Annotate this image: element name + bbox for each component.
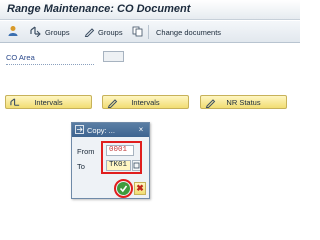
application-toolbar: Groups Groups Change documents <box>0 21 300 43</box>
hierarchy-icon <box>30 25 42 39</box>
groups-edit-button[interactable]: Groups <box>84 25 123 39</box>
copy-button[interactable] <box>132 25 143 39</box>
pencil-icon <box>84 26 95 39</box>
copy-icon <box>132 26 143 39</box>
from-label: From <box>77 147 95 156</box>
highlight-box <box>101 141 142 174</box>
groups2-label: Groups <box>98 27 123 37</box>
dialog-copy-icon <box>75 124 84 136</box>
toolbar-separator <box>148 25 149 39</box>
nr-status-label: NR Status <box>226 97 261 107</box>
change-documents-label: Change documents <box>156 27 222 37</box>
intervals-edit-button[interactable]: Intervals <box>102 95 189 109</box>
co-area-input[interactable] <box>103 51 124 62</box>
pencil-icon <box>205 97 216 110</box>
intervals-label: Intervals <box>34 97 63 107</box>
checkmark-icon <box>119 185 128 193</box>
hierarchy-icon <box>10 97 21 110</box>
copy-dialog: Copy: ... × From 0001 To TK01 ✖ <box>71 122 150 199</box>
label-underline <box>6 64 94 65</box>
person-icon <box>7 25 19 39</box>
ok-button[interactable] <box>117 182 130 195</box>
window-title: Range Maintenance: CO Document <box>0 0 300 20</box>
person-button[interactable] <box>7 25 19 39</box>
groups-hierarchy-button[interactable]: Groups <box>30 25 70 39</box>
cancel-button[interactable]: ✖ <box>134 182 146 195</box>
nr-status-button[interactable]: NR Status <box>200 95 287 109</box>
close-icon[interactable]: × <box>136 125 146 135</box>
cancel-icon: ✖ <box>136 183 144 193</box>
groups-label: Groups <box>45 27 70 37</box>
change-documents-button[interactable]: Change documents <box>156 25 221 39</box>
to-label: To <box>77 162 85 171</box>
intervals-display-button[interactable]: Intervals <box>5 95 92 109</box>
pencil-icon <box>107 97 118 110</box>
dialog-title: Copy: ... <box>87 125 115 135</box>
dialog-title-bar: Copy: ... × <box>72 123 149 137</box>
co-area-label: CO Area <box>6 53 35 62</box>
intervals2-label: Intervals <box>131 97 160 107</box>
